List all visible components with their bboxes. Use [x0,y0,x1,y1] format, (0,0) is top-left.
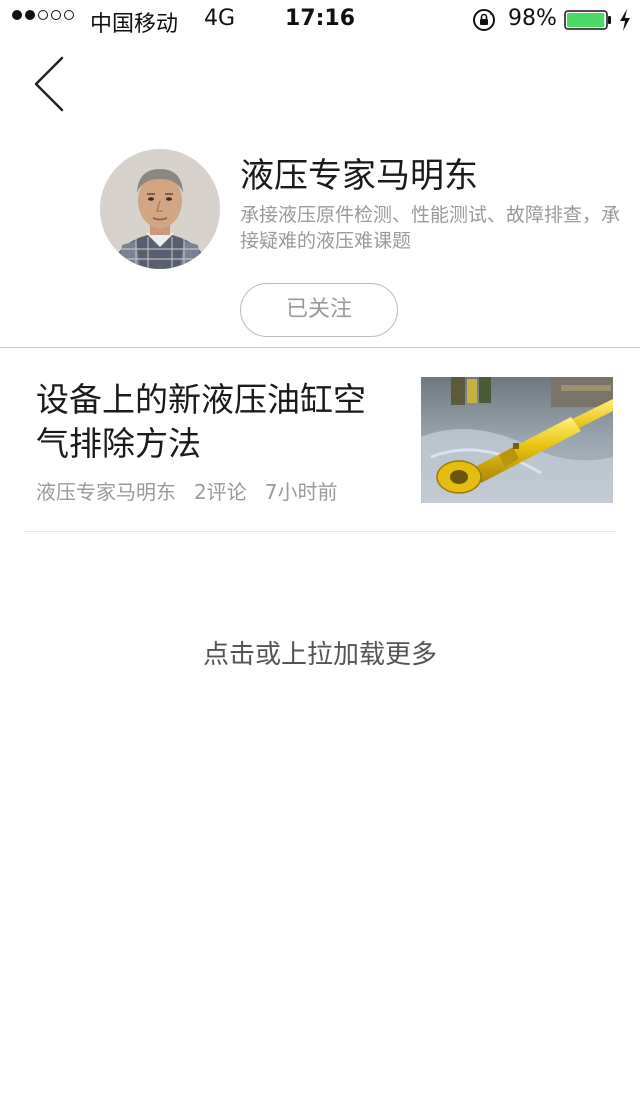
battery-percentage: 98% [508,6,557,31]
list-item[interactable]: 设备上的新液压油缸空气排除方法 液压专家马明东 2评论 7小时前 [0,348,640,532]
hydraulic-cylinder-image [421,377,613,503]
back-button[interactable] [28,54,72,114]
avatar[interactable] [100,149,220,269]
article-time: 7小时前 [264,480,338,504]
article-author: 液压专家马明东 [36,480,176,504]
profile-description: 承接液压原件检测、性能测试、故障排查，承接疑难的液压难课题 [240,204,621,252]
article-comments: 2评论 [194,480,247,504]
charging-bolt-icon [620,9,630,31]
article-thumbnail [421,377,613,503]
follow-button[interactable]: 已关注 [240,283,398,337]
battery-icon [564,10,611,30]
status-bar: 中国移动 4G 17:16 98% [0,0,640,40]
article-meta: 液压专家马明东 2评论 7小时前 [36,476,355,505]
chevron-left-icon [34,56,64,112]
profile-name: 液压专家马明东 [240,156,478,196]
load-more-button[interactable]: 点击或上拉加载更多 [0,634,640,671]
avatar-photo [100,149,220,269]
divider [24,531,616,532]
article-title: 设备上的新液压油缸空气排除方法 [36,380,366,463]
rotation-lock-icon [473,9,495,31]
